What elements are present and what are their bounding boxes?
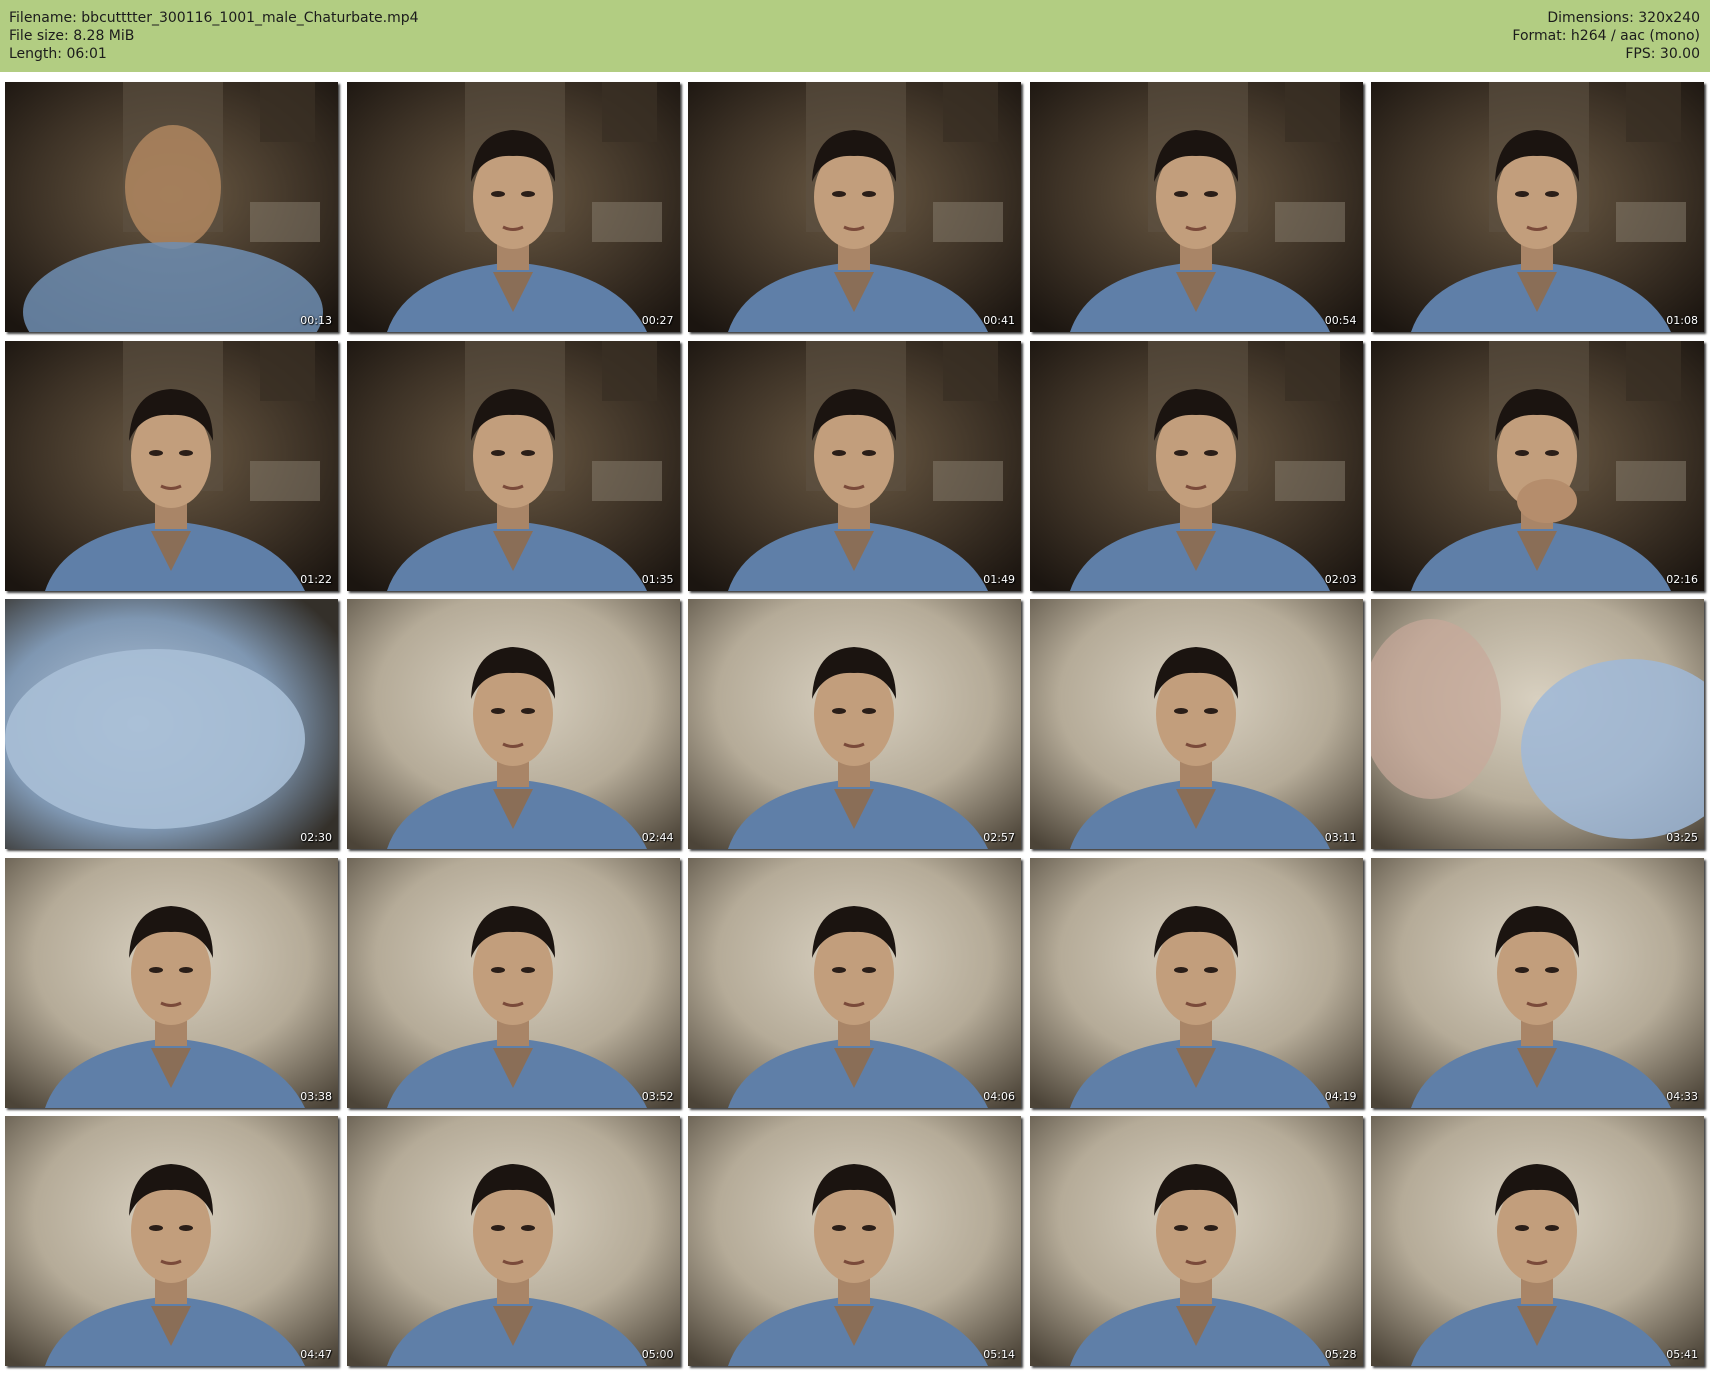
- timestamp-label: 04:19: [1324, 1089, 1357, 1103]
- frame-image: [5, 1116, 338, 1366]
- thumbnail-frame[interactable]: 05:41: [1371, 1116, 1704, 1366]
- frame-image: [688, 340, 1021, 591]
- length-label: Length: 06:01: [9, 46, 107, 62]
- thumbnail-frame[interactable]: 02:30: [5, 599, 338, 849]
- frame-image: [5, 599, 338, 849]
- timestamp-label: 03:52: [641, 1089, 674, 1103]
- timestamp-label: 03:38: [300, 1089, 332, 1103]
- timestamp-label: 02:57: [983, 831, 1015, 844]
- frame-image: [1371, 599, 1704, 849]
- frame-image: [1029, 1116, 1363, 1366]
- timestamp-label: 05:41: [1666, 1348, 1698, 1361]
- frame-image: [1371, 340, 1704, 591]
- thumbnail-frame[interactable]: 05:28: [1029, 1116, 1363, 1366]
- frame-image: [346, 599, 680, 849]
- frame-image: [1029, 857, 1363, 1108]
- filesize-label: File size: 8.28 MiB: [9, 28, 135, 44]
- thumbnail-frame[interactable]: 00:27: [346, 82, 680, 332]
- thumbnail-frame[interactable]: 01:22: [5, 340, 338, 591]
- timestamp-label: 02:03: [1324, 572, 1357, 586]
- thumbnail-frame[interactable]: 00:13: [5, 82, 338, 332]
- timestamp-label: 02:30: [300, 831, 332, 844]
- frame-image: [688, 82, 1021, 332]
- frame-image: [346, 340, 680, 591]
- frame-image: [688, 857, 1021, 1108]
- thumbnail-frame[interactable]: 04:33: [1371, 857, 1704, 1108]
- frame-image: [346, 857, 680, 1108]
- frame-image: [5, 340, 338, 591]
- timestamp-label: 02:44: [641, 831, 674, 844]
- frame-image: [5, 857, 338, 1108]
- thumbnail-frame[interactable]: 00:54: [1029, 82, 1363, 332]
- frame-image: [688, 1116, 1021, 1366]
- format-label: Format: h264 / aac (mono): [1512, 28, 1700, 44]
- thumbnail-frame[interactable]: 04:47: [5, 1116, 338, 1366]
- frame-image: [5, 82, 338, 332]
- timestamp-label: 00:27: [641, 314, 674, 327]
- timestamp-label: 05:28: [1324, 1348, 1357, 1361]
- info-header: Filename: bbcutttter_300116_1001_male_Ch…: [0, 0, 1710, 72]
- timestamp-label: 04:33: [1666, 1089, 1698, 1103]
- thumbnail-frame[interactable]: 02:03: [1029, 340, 1363, 591]
- thumbnail-frame[interactable]: 02:57: [688, 599, 1021, 849]
- thumbnail-frame[interactable]: 03:25: [1371, 599, 1704, 849]
- timestamp-label: 05:14: [983, 1348, 1015, 1361]
- timestamp-label: 00:54: [1324, 314, 1357, 327]
- filename-label: Filename: bbcutttter_300116_1001_male_Ch…: [9, 10, 419, 26]
- thumbnail-frame[interactable]: 03:11: [1029, 599, 1363, 849]
- thumbnail-frame[interactable]: 03:52: [346, 857, 680, 1108]
- thumbnail-frame[interactable]: 04:06: [688, 857, 1021, 1108]
- thumbnail-frame[interactable]: 04:19: [1029, 857, 1363, 1108]
- timestamp-label: 01:49: [983, 572, 1015, 586]
- timestamp-label: 03:25: [1666, 831, 1698, 844]
- timestamp-label: 01:35: [641, 572, 674, 586]
- timestamp-label: 00:41: [983, 314, 1015, 327]
- thumbnail-frame[interactable]: 05:00: [346, 1116, 680, 1366]
- dimensions-label: Dimensions: 320x240: [1547, 10, 1700, 26]
- frame-image: [1029, 340, 1363, 591]
- frame-image: [1371, 1116, 1704, 1366]
- thumbnail-frame[interactable]: 01:35: [346, 340, 680, 591]
- frame-image: [346, 1116, 680, 1366]
- timestamp-label: 01:08: [1666, 314, 1698, 327]
- frame-image: [1029, 82, 1363, 332]
- thumbnail-frame[interactable]: 02:16: [1371, 340, 1704, 591]
- fps-label: FPS: 30.00: [1625, 46, 1700, 62]
- frame-image: [346, 82, 680, 332]
- frame-image: [1029, 599, 1363, 849]
- thumbnail-grid: 00:13 00:27 00:41 00:54 01:08 01:22 01:3…: [5, 82, 1705, 1367]
- timestamp-label: 04:47: [300, 1348, 332, 1361]
- timestamp-label: 03:11: [1324, 831, 1357, 844]
- timestamp-label: 00:13: [300, 314, 332, 327]
- thumbnail-frame[interactable]: 00:41: [688, 82, 1021, 332]
- timestamp-label: 01:22: [300, 572, 332, 586]
- file-info: Filename: bbcutttter_300116_1001_male_Ch…: [9, 9, 419, 63]
- thumbnail-frame[interactable]: 02:44: [346, 599, 680, 849]
- media-info: Dimensions: 320x240 Format: h264 / aac (…: [1512, 9, 1700, 63]
- timestamp-label: 05:00: [641, 1348, 674, 1361]
- frame-image: [1371, 82, 1704, 332]
- thumbnail-frame[interactable]: 05:14: [688, 1116, 1021, 1366]
- thumbnail-frame[interactable]: 03:38: [5, 857, 338, 1108]
- timestamp-label: 04:06: [983, 1089, 1015, 1103]
- timestamp-label: 02:16: [1666, 572, 1698, 586]
- frame-image: [688, 599, 1021, 849]
- thumbnail-frame[interactable]: 01:49: [688, 340, 1021, 591]
- thumbnail-frame[interactable]: 01:08: [1371, 82, 1704, 332]
- frame-image: [1371, 857, 1704, 1108]
